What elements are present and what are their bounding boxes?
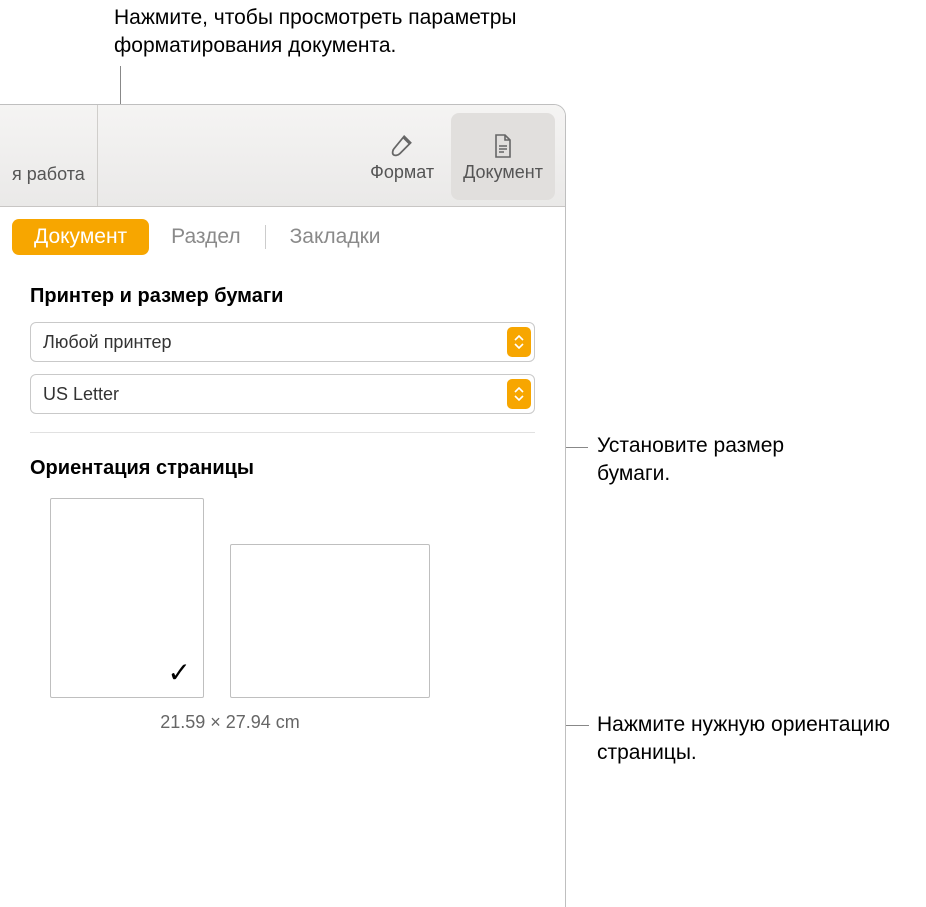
annotation-orientation: Нажмите нужную ориентацию страницы. (597, 711, 897, 768)
paper-size-select[interactable]: US Letter (30, 374, 535, 414)
select-stepper-icon (507, 327, 531, 357)
orientation-row: ✓ (30, 498, 535, 698)
divider (30, 432, 535, 433)
document-label: Документ (463, 162, 543, 183)
printer-select[interactable]: Любой принтер (30, 322, 535, 362)
document-button[interactable]: Документ (451, 113, 555, 200)
toolbar-cut-item: я работа (0, 105, 98, 206)
printer-select-value: Любой принтер (43, 332, 172, 353)
annotation-top: Нажмите, чтобы просмотреть параметры фор… (114, 4, 554, 61)
format-button[interactable]: Формат (357, 113, 447, 200)
tab-section[interactable]: Раздел (149, 219, 262, 255)
toolbar: я работа Формат (0, 105, 565, 207)
select-stepper-icon (507, 379, 531, 409)
checkmark-icon: ✓ (168, 656, 191, 689)
format-label: Формат (370, 162, 434, 183)
sidebar-tabs: Документ Раздел Закладки (0, 207, 565, 261)
document-icon (489, 132, 517, 160)
document-panel: Принтер и размер бумаги Любой принтер US… (0, 261, 565, 733)
annotation-paper: Установите размер бумаги. (597, 432, 857, 489)
brush-icon (388, 132, 416, 160)
orientation-title: Ориентация страницы (30, 457, 535, 480)
app-window: я работа Формат (0, 104, 566, 907)
tab-document[interactable]: Документ (12, 219, 149, 255)
orientation-landscape[interactable] (230, 544, 430, 698)
page-dimensions: 21.59 × 27.94 cm (30, 712, 410, 733)
printer-section-title: Принтер и размер бумаги (30, 285, 535, 308)
orientation-portrait[interactable]: ✓ (50, 498, 204, 698)
tab-divider (265, 225, 266, 249)
paper-size-value: US Letter (43, 384, 119, 405)
tab-bookmarks[interactable]: Закладки (268, 219, 403, 255)
